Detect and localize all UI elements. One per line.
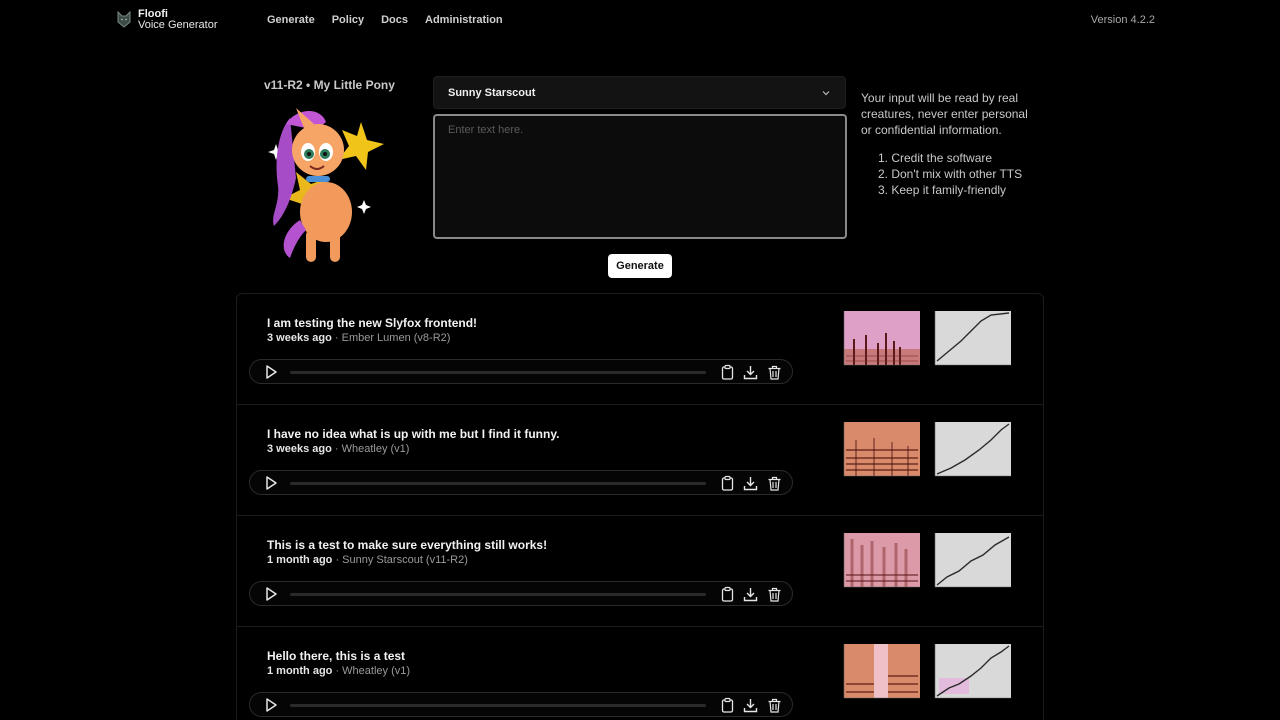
top-bar: Floofi Voice Generator Generate Policy D… — [0, 0, 1280, 44]
clipboard-icon[interactable] — [719, 475, 736, 492]
audio-player — [249, 359, 793, 384]
entry-voice: · Sunny Starscout (v11-R2) — [332, 554, 468, 566]
history-entry: Hello there, this is a test 1 month ago … — [237, 627, 1043, 720]
nav-generate[interactable]: Generate — [267, 14, 315, 26]
entry-text: Hello there, this is a test — [267, 649, 406, 663]
play-icon[interactable] — [262, 474, 280, 492]
history-list: I am testing the new Slyfox frontend! 3 … — [236, 293, 1044, 720]
spectrogram-plot — [843, 644, 920, 699]
nav-policy[interactable]: Policy — [332, 14, 364, 26]
download-icon[interactable] — [742, 364, 759, 381]
entry-meta: 1 month ago · Wheatley (v1) — [267, 665, 410, 677]
clipboard-icon[interactable] — [719, 697, 736, 714]
character-image — [268, 108, 384, 262]
entry-voice: · Wheatley (v1) — [331, 443, 410, 455]
trash-icon[interactable] — [766, 364, 783, 381]
app-subtitle: Voice Generator — [138, 19, 218, 31]
privacy-notice: Your input will be read by real creature… — [861, 91, 1028, 137]
text-input[interactable] — [433, 114, 847, 239]
alignment-plot — [934, 533, 1011, 588]
audio-progress-track[interactable] — [290, 704, 706, 707]
voice-select-value: Sunny Starscout — [448, 86, 536, 99]
entry-meta: 3 weeks ago · Wheatley (v1) — [267, 443, 409, 455]
entry-meta: 1 month ago · Sunny Starscout (v11-R2) — [267, 554, 468, 566]
entry-voice: · Wheatley (v1) — [332, 665, 411, 677]
history-entry: I am testing the new Slyfox frontend! 3 … — [237, 294, 1043, 405]
clipboard-icon[interactable] — [719, 586, 736, 603]
audio-progress-track[interactable] — [290, 371, 706, 374]
alignment-plot — [934, 311, 1011, 366]
play-icon[interactable] — [262, 363, 280, 381]
trash-icon[interactable] — [766, 586, 783, 603]
entry-age: 3 weeks ago — [267, 332, 332, 344]
alignment-plot — [934, 422, 1011, 477]
spectrogram-plot — [843, 422, 920, 477]
trash-icon[interactable] — [766, 475, 783, 492]
spectrogram-plot — [843, 311, 920, 366]
entry-text: I have no idea what is up with me but I … — [267, 427, 560, 441]
usage-rules: 1. Credit the software 2. Don't mix with… — [878, 150, 1022, 198]
nav-administration[interactable]: Administration — [425, 14, 503, 26]
main-nav: Generate Policy Docs Administration — [267, 14, 503, 26]
audio-player — [249, 581, 793, 606]
brand[interactable]: Floofi Voice Generator — [116, 9, 218, 31]
model-title: v11-R2 • My Little Pony — [264, 78, 395, 92]
history-entry: This is a test to make sure everything s… — [237, 516, 1043, 627]
history-entry: I have no idea what is up with me but I … — [237, 405, 1043, 516]
download-icon[interactable] — [742, 475, 759, 492]
audio-progress-track[interactable] — [290, 482, 706, 485]
entry-age: 1 month ago — [267, 665, 333, 677]
rule-item: 1. Credit the software — [878, 151, 993, 165]
audio-player — [249, 692, 793, 717]
alignment-plot — [934, 644, 1011, 699]
generate-button[interactable]: Generate — [608, 254, 672, 278]
nav-docs[interactable]: Docs — [381, 14, 408, 26]
entry-text: I am testing the new Slyfox frontend! — [267, 316, 478, 330]
entry-text: This is a test to make sure everything s… — [267, 538, 548, 552]
entry-voice: · Ember Lumen (v8-R2) — [331, 332, 451, 344]
chevron-down-icon — [822, 90, 830, 95]
download-icon[interactable] — [742, 697, 759, 714]
play-icon[interactable] — [262, 585, 280, 603]
rule-item: 2. Don't mix with other TTS — [878, 167, 1023, 181]
audio-player — [249, 470, 793, 495]
download-icon[interactable] — [742, 586, 759, 603]
floofi-logo-icon — [117, 10, 131, 28]
trash-icon[interactable] — [766, 697, 783, 714]
clipboard-icon[interactable] — [719, 364, 736, 381]
version-label: Version 4.2.2 — [1090, 14, 1155, 26]
entry-age: 1 month ago — [267, 554, 333, 566]
entry-age: 3 weeks ago — [267, 443, 332, 455]
voice-select[interactable]: Sunny Starscout — [433, 76, 846, 109]
audio-progress-track[interactable] — [290, 593, 706, 596]
spectrogram-plot — [843, 533, 920, 588]
play-icon[interactable] — [262, 696, 280, 714]
rule-item: 3. Keep it family-friendly — [878, 183, 1007, 197]
entry-meta: 3 weeks ago · Ember Lumen (v8-R2) — [267, 332, 450, 344]
